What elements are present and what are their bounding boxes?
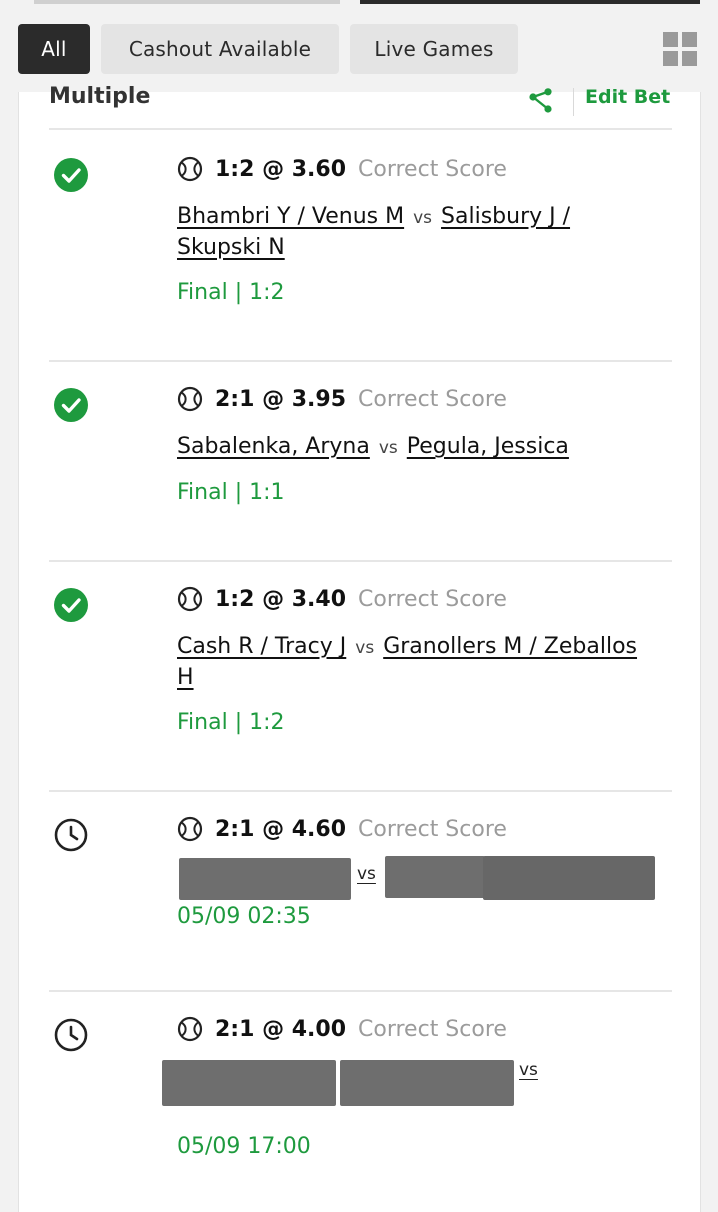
filter-live-games[interactable]: Live Games xyxy=(350,24,518,74)
away-team[interactable]: Pegula, Jessica xyxy=(407,434,569,459)
leg-result: Final | 1:2 xyxy=(177,710,285,735)
vs-label: vs xyxy=(357,864,376,884)
bet-type-title: Multiple xyxy=(49,84,151,109)
tennis-ball-icon xyxy=(177,816,203,842)
redacted-away-team xyxy=(385,856,485,898)
leg-selection-row: 2:1 @ 4.00 Correct Score xyxy=(177,1016,507,1042)
tab-indicator-active xyxy=(360,0,700,4)
market-name: Correct Score xyxy=(358,816,507,842)
filter-bar: All Cashout Available Live Games xyxy=(18,24,718,76)
market-name: Correct Score xyxy=(358,1016,507,1042)
home-team[interactable]: Sabalenka, Aryna xyxy=(177,434,370,459)
selection-odds: 1:2 @ 3.40 xyxy=(215,586,347,612)
check-circle-icon xyxy=(54,388,88,422)
leg-divider xyxy=(49,990,672,992)
leg-result: Final | 1:2 xyxy=(177,280,285,305)
leg-divider xyxy=(49,128,672,130)
vs-label: vs xyxy=(378,438,398,458)
leg-divider xyxy=(49,360,672,362)
bet-card: Multiple Edit Bet 1:2 @ 3.60 Correct Sco… xyxy=(18,84,701,1212)
header-divider xyxy=(573,88,574,116)
home-team[interactable]: Bhambri Y / Venus M xyxy=(177,204,404,229)
bet-header: Multiple Edit Bet xyxy=(19,84,700,132)
tab-indicator-inactive xyxy=(34,0,340,4)
event-teams[interactable]: Bhambri Y / Venus M vs Salisbury J / Sku… xyxy=(177,202,647,263)
redacted-home-team xyxy=(162,1060,336,1106)
grid-view-icon[interactable] xyxy=(663,32,697,66)
home-team[interactable]: Cash R / Tracy J xyxy=(177,634,346,659)
tennis-ball-icon xyxy=(177,386,203,412)
filter-all[interactable]: All xyxy=(18,24,90,74)
selection-odds: 2:1 @ 4.00 xyxy=(215,1016,347,1042)
leg-result: 05/09 02:35 xyxy=(177,904,311,929)
leg-divider xyxy=(49,790,672,792)
market-name: Correct Score xyxy=(358,156,507,182)
redacted-away-team-2 xyxy=(483,856,655,900)
check-circle-icon xyxy=(54,588,88,622)
leg-result: Final | 1:1 xyxy=(177,480,285,505)
filter-cashout-available[interactable]: Cashout Available xyxy=(101,24,339,74)
vs-label: vs xyxy=(355,638,375,658)
selection-odds: 1:2 @ 3.60 xyxy=(215,156,347,182)
top-strip xyxy=(0,0,718,4)
clock-icon xyxy=(54,818,88,852)
leg-selection-row: 1:2 @ 3.60 Correct Score xyxy=(177,156,507,182)
tennis-ball-icon xyxy=(177,156,203,182)
tennis-ball-icon xyxy=(177,586,203,612)
leg-selection-row: 2:1 @ 3.95 Correct Score xyxy=(177,386,507,412)
edit-bet-button[interactable]: Edit Bet xyxy=(585,86,670,108)
redacted-away-team xyxy=(340,1060,514,1106)
selection-odds: 2:1 @ 4.60 xyxy=(215,816,347,842)
market-name: Correct Score xyxy=(358,586,507,612)
redacted-home-team xyxy=(179,858,351,900)
market-name: Correct Score xyxy=(358,386,507,412)
event-teams[interactable]: Sabalenka, Aryna vs Pegula, Jessica xyxy=(177,432,647,463)
leg-selection-row: 1:2 @ 3.40 Correct Score xyxy=(177,586,507,612)
leg-result: 05/09 17:00 xyxy=(177,1134,311,1159)
tennis-ball-icon xyxy=(177,1016,203,1042)
leg-selection-row: 2:1 @ 4.60 Correct Score xyxy=(177,816,507,842)
vs-label: vs xyxy=(519,1060,538,1080)
check-circle-icon xyxy=(54,158,88,192)
leg-divider xyxy=(49,560,672,562)
vs-label: vs xyxy=(413,208,433,228)
selection-odds: 2:1 @ 3.95 xyxy=(215,386,347,412)
share-icon[interactable] xyxy=(527,88,555,114)
clock-icon xyxy=(54,1018,88,1052)
event-teams[interactable]: Cash R / Tracy J vs Granollers M / Zebal… xyxy=(177,632,647,693)
